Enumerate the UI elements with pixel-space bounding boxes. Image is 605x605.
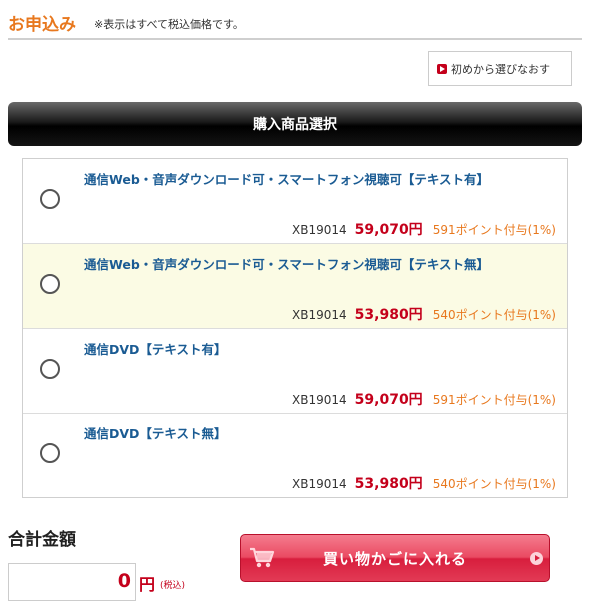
page-title: お申込み [8,15,76,35]
product-radio[interactable] [40,189,60,209]
tax-note: ※表示はすべて税込価格です。 [94,18,244,31]
product-points: 540ポイント付与(1%) [432,477,556,491]
product-name[interactable]: 通信DVD【テキスト無】 [84,423,227,442]
section-header: 購入商品選択 [8,102,582,146]
product-code: XB19014 [292,223,347,237]
product-price: 53,980円 [354,307,423,323]
product-option[interactable]: 通信Web・音声ダウンロード可・スマートフォン視聴可【テキスト無】 XB1901… [23,244,567,329]
play-arrow-icon [437,63,447,74]
product-code: XB19014 [292,308,347,322]
product-option[interactable]: 通信Web・音声ダウンロード可・スマートフォン視聴可【テキスト有】 XB1901… [23,159,567,244]
arrow-right-icon [530,552,543,565]
total-label: 合計金額 [8,530,76,550]
product-price: 53,980円 [354,476,423,492]
total-amount: 0 [117,570,131,592]
product-meta: XB19014 59,070円 591ポイント付与(1%) [292,389,556,409]
add-to-cart-button[interactable]: 買い物かごに入れる [240,534,550,582]
restart-selection-button[interactable]: 初めから選びなおす [428,51,572,86]
product-radio[interactable] [40,359,60,379]
order-header: お申込み ※表示はすべて税込価格です。 [8,10,582,40]
shopping-cart-icon [250,547,275,568]
product-name[interactable]: 通信Web・音声ダウンロード可・スマートフォン視聴可【テキスト無】 [84,254,489,273]
product-radio[interactable] [40,443,60,463]
product-name[interactable]: 通信DVD【テキスト有】 [84,339,227,358]
product-code: XB19014 [292,477,347,491]
total-tax-note: (税込) [160,581,186,591]
section-title: 購入商品選択 [253,117,337,133]
product-points: 591ポイント付与(1%) [432,223,556,237]
product-points: 591ポイント付与(1%) [432,393,556,407]
product-code: XB19014 [292,393,347,407]
add-to-cart-label: 買い物かごに入れる [322,549,467,568]
product-points: 540ポイント付与(1%) [432,308,556,322]
product-price: 59,070円 [354,222,423,238]
product-price: 59,070円 [354,392,423,408]
product-list: 通信Web・音声ダウンロード可・スマートフォン視聴可【テキスト有】 XB1901… [22,158,568,498]
restart-selection-label: 初めから選びなおす [451,62,550,76]
product-meta: XB19014 53,980円 540ポイント付与(1%) [292,473,556,493]
product-name[interactable]: 通信Web・音声ダウンロード可・スマートフォン視聴可【テキスト有】 [84,169,489,188]
total-amount-box: 0 [8,563,136,601]
product-radio[interactable] [40,274,60,294]
total-currency: 円 [139,575,156,594]
product-meta: XB19014 53,980円 540ポイント付与(1%) [292,304,556,324]
product-option[interactable]: 通信DVD【テキスト無】 XB19014 53,980円 540ポイント付与(1… [23,413,567,498]
product-option[interactable]: 通信DVD【テキスト有】 XB19014 59,070円 591ポイント付与(1… [23,329,567,414]
product-meta: XB19014 59,070円 591ポイント付与(1%) [292,219,556,239]
